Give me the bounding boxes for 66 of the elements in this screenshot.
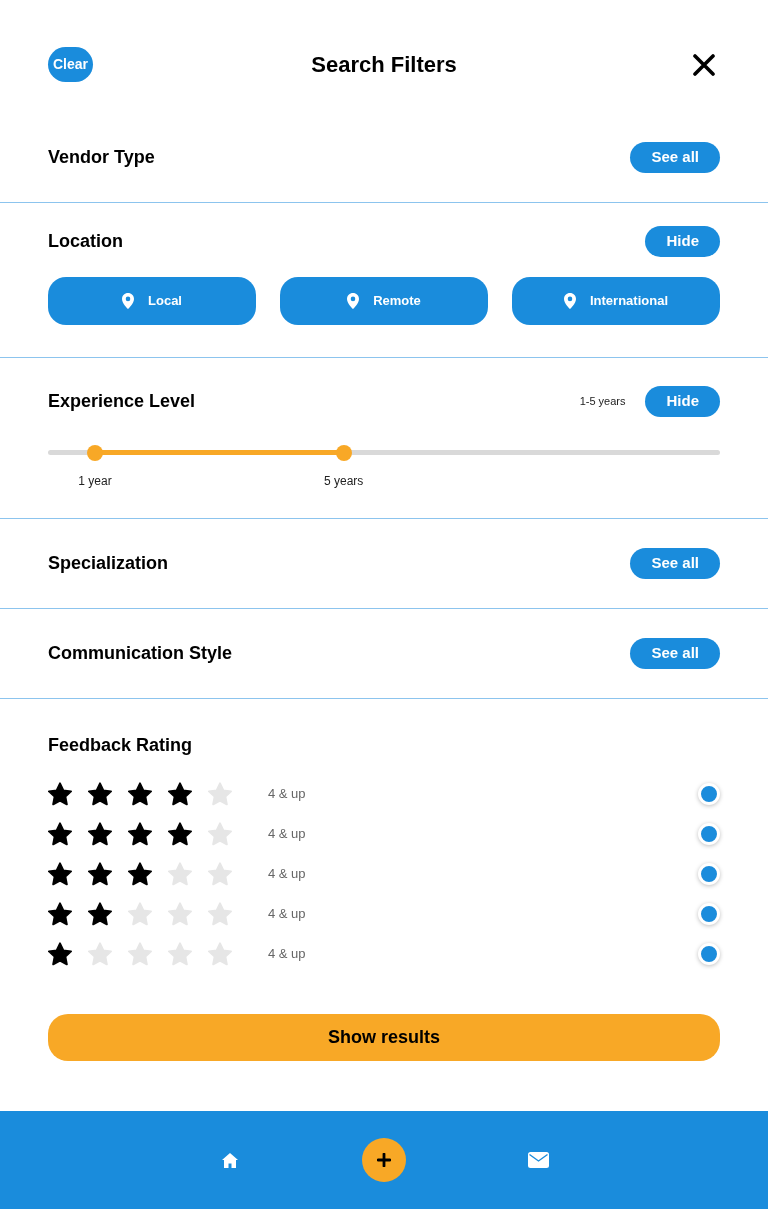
add-button[interactable] <box>362 1138 406 1182</box>
location-chip[interactable]: Local <box>48 277 256 325</box>
star-icon <box>88 862 112 886</box>
radio-button[interactable] <box>698 903 720 925</box>
star-icon <box>48 942 72 966</box>
star-icon <box>88 782 112 806</box>
see-all-button[interactable]: See all <box>630 548 720 579</box>
empty-star-icon <box>128 942 152 966</box>
empty-star-icon <box>208 782 232 806</box>
mail-icon[interactable] <box>527 1152 549 1168</box>
page-title: Search Filters <box>311 50 457 79</box>
location-pin-icon <box>122 293 134 309</box>
star-icon <box>48 902 72 926</box>
hide-button[interactable]: Hide <box>645 226 720 257</box>
empty-star-icon <box>208 822 232 846</box>
empty-star-icon <box>168 902 192 926</box>
close-icon[interactable] <box>693 53 715 76</box>
section-title: Feedback Rating <box>48 733 193 757</box>
location-chip[interactable]: Remote <box>280 277 488 325</box>
star-icon <box>128 782 152 806</box>
slider-thumb[interactable] <box>335 445 352 461</box>
star-icon <box>48 782 72 806</box>
star-icon <box>128 862 152 886</box>
rating-label: 4 & up <box>268 825 306 844</box>
rating-label: 4 & up <box>268 785 306 804</box>
star-icon <box>88 822 112 846</box>
rating-label: 4 & up <box>268 905 306 924</box>
section-title: Location <box>48 230 123 253</box>
see-all-button[interactable]: See all <box>630 142 720 173</box>
radio-button[interactable] <box>698 783 720 805</box>
thumb-label: 5 years <box>324 473 364 489</box>
show-results-button[interactable]: Show results <box>48 1014 720 1061</box>
section-title: Vendor Type <box>48 146 155 169</box>
empty-star-icon <box>168 862 192 886</box>
empty-star-icon <box>128 902 152 926</box>
radio-button[interactable] <box>698 823 720 845</box>
location-pin-icon <box>564 293 576 309</box>
rating-label: 4 & up <box>268 865 306 884</box>
location-chip[interactable]: International <box>512 277 720 325</box>
range-slider[interactable] <box>48 445 720 461</box>
star-icon <box>168 782 192 806</box>
section-title: Communication Style <box>48 642 233 665</box>
hide-button[interactable]: Hide <box>645 386 720 417</box>
star-icon <box>48 862 72 886</box>
radio-button[interactable] <box>698 943 720 965</box>
see-all-button[interactable]: See all <box>630 638 720 669</box>
radio-button[interactable] <box>698 863 720 885</box>
location-pin-icon <box>347 293 360 309</box>
thumb-label: 1 year <box>78 473 112 489</box>
section-title: Experience Level <box>48 390 196 413</box>
home-icon[interactable] <box>222 1152 238 1168</box>
clear-button[interactable]: Clear <box>48 47 94 82</box>
rating-label: 4 & up <box>268 945 306 964</box>
empty-star-icon <box>208 862 232 886</box>
star-icon <box>48 822 72 846</box>
empty-star-icon <box>88 942 112 966</box>
range-summary: 1-5 years <box>579 394 626 410</box>
empty-star-icon <box>208 942 232 966</box>
section-title: Specialization <box>48 552 169 575</box>
empty-star-icon <box>208 902 232 926</box>
star-icon <box>88 902 112 926</box>
empty-star-icon <box>168 942 192 966</box>
plus-icon <box>377 1153 391 1167</box>
slider-thumb[interactable] <box>87 445 104 461</box>
star-icon <box>168 822 192 846</box>
star-icon <box>128 822 152 846</box>
